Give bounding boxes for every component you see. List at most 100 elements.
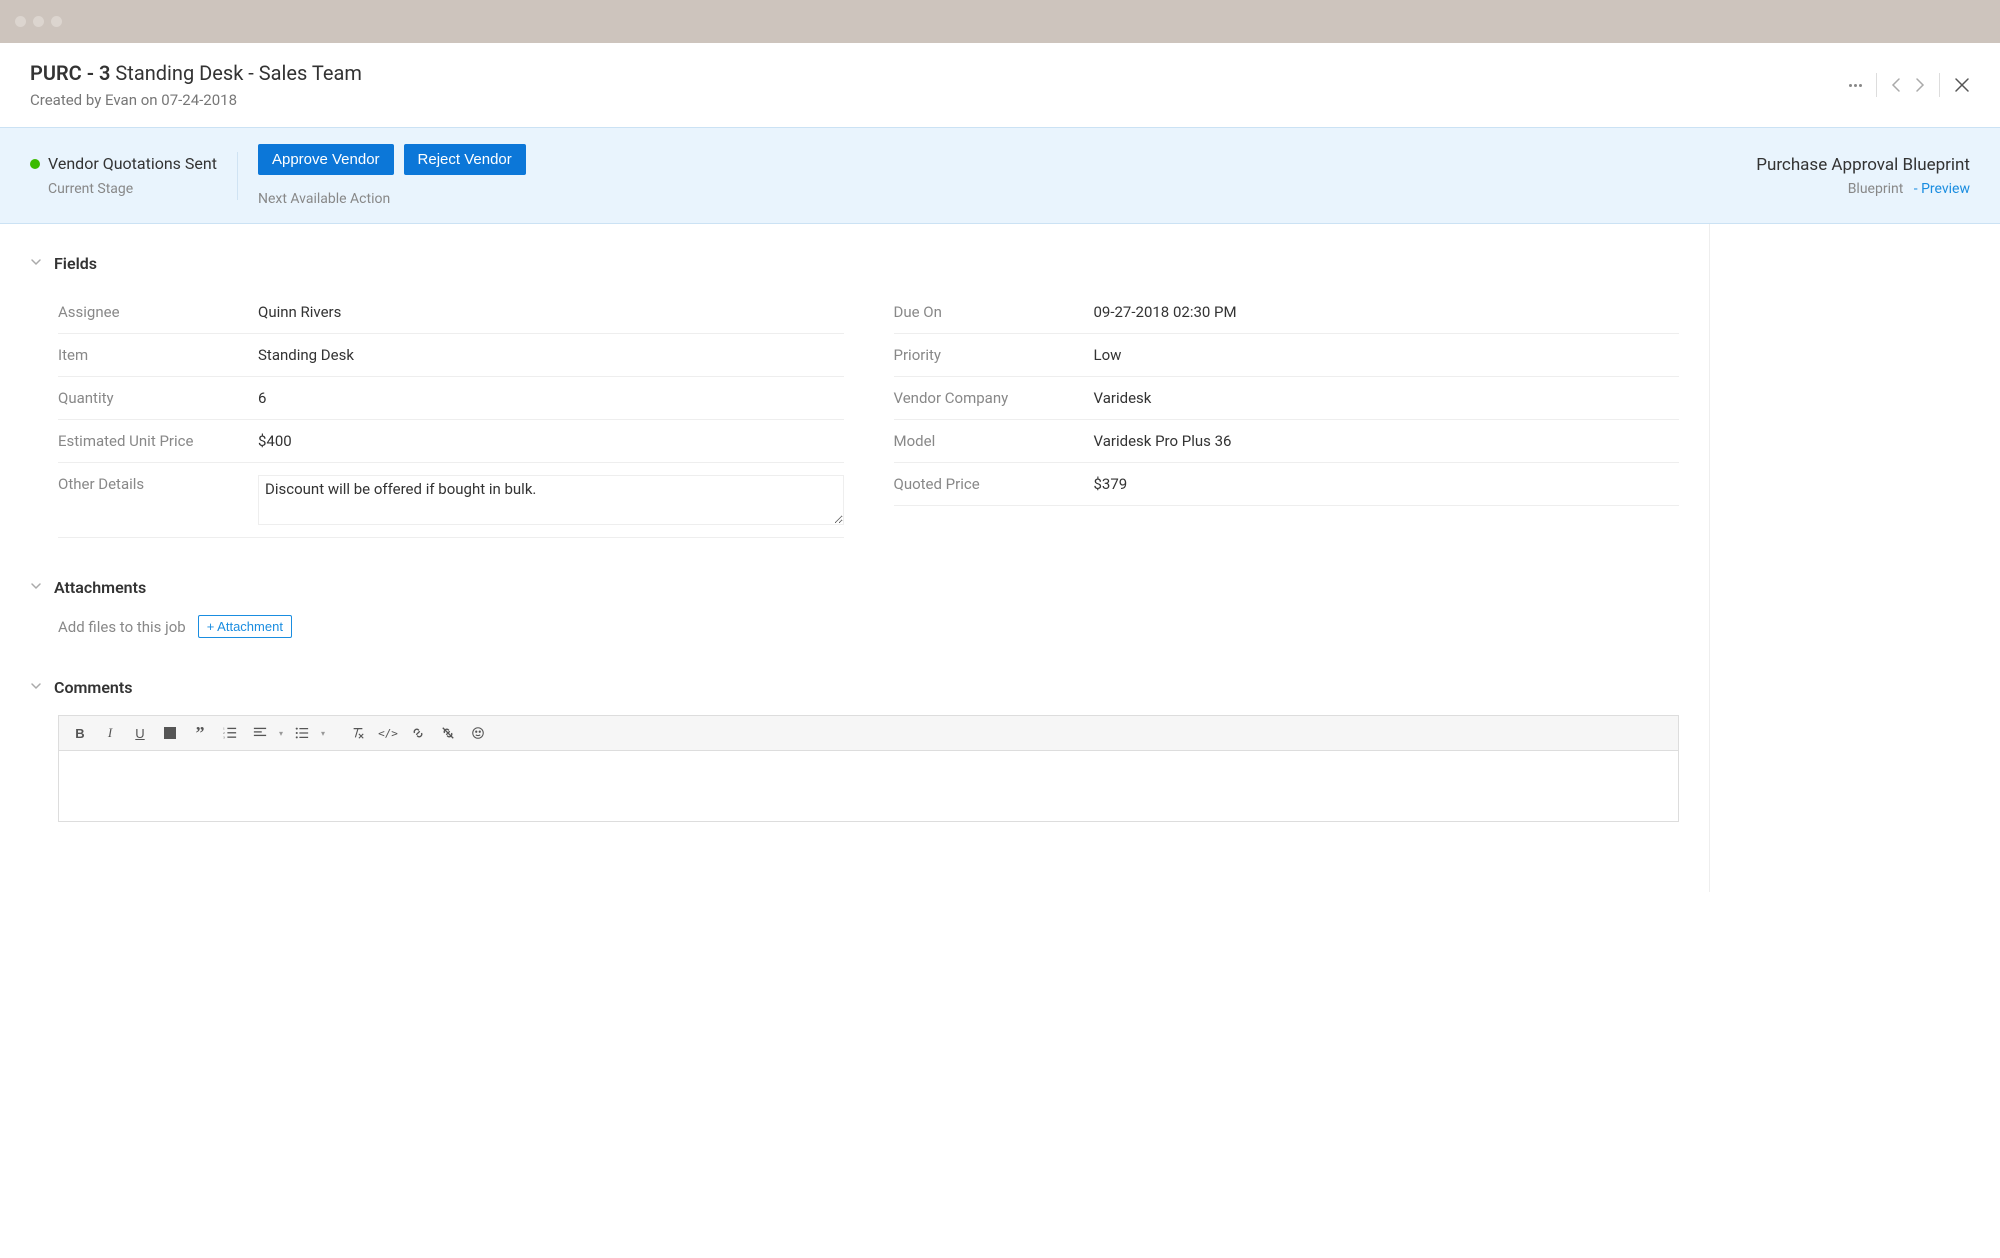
prev-record-icon[interactable] (1891, 77, 1901, 93)
field-label: Item (58, 346, 258, 364)
record-subject: Standing Desk - Sales Team (115, 61, 361, 85)
header-left: PURC - 3 Standing Desk - Sales Team Crea… (30, 61, 362, 109)
link-icon[interactable] (405, 722, 431, 744)
current-stage-block: Vendor Quotations Sent Current Stage (30, 154, 217, 197)
attachments-section-header[interactable]: Attachments (30, 578, 1679, 597)
fields-right-column: Due On09-27-2018 02:30 PMPriorityLowVend… (894, 291, 1680, 538)
blueprint-preview-link[interactable]: - Preview (1914, 181, 1970, 197)
fields-left-column: AssigneeQuinn RiversItemStanding DeskQua… (58, 291, 844, 538)
align-dropdown-icon[interactable]: ▾ (277, 722, 285, 744)
field-value[interactable]: Low (1094, 346, 1680, 364)
field-value[interactable]: 6 (258, 389, 844, 407)
field-value[interactable]: Quinn Rivers (258, 303, 844, 321)
field-value[interactable]: 09-27-2018 02:30 PM (1094, 303, 1680, 321)
attachments-title: Attachments (54, 578, 146, 597)
underline-icon[interactable]: U (127, 722, 153, 744)
comments-section: Comments B I U ” 123 ▾ (30, 678, 1679, 822)
field-label: Other Details (58, 475, 258, 493)
color-fill-icon[interactable] (157, 722, 183, 744)
chevron-down-icon (30, 680, 42, 695)
bullet-list-icon[interactable] (289, 722, 315, 744)
current-stage-label: Current Stage (30, 181, 217, 197)
traffic-light-minimize[interactable] (33, 16, 44, 27)
stage-bar: Vendor Quotations Sent Current Stage App… (0, 127, 2000, 224)
record-id: PURC - 3 (30, 61, 110, 85)
code-icon[interactable]: </> (375, 722, 401, 744)
list-dropdown-icon[interactable]: ▾ (319, 722, 327, 744)
close-icon[interactable] (1954, 77, 1970, 93)
field-value[interactable]: Varidesk (1094, 389, 1680, 407)
stage-divider (237, 152, 238, 200)
chevron-down-icon (30, 580, 42, 595)
blueprint-title: Purchase Approval Blueprint (1756, 155, 1970, 175)
field-row: Quoted Price$379 (894, 463, 1680, 506)
fields-section: Fields AssigneeQuinn RiversItemStanding … (30, 254, 1679, 538)
field-row: Estimated Unit Price$400 (58, 420, 844, 463)
unlink-icon[interactable] (435, 722, 461, 744)
align-icon[interactable] (247, 722, 273, 744)
field-row: Due On09-27-2018 02:30 PM (894, 291, 1680, 334)
svg-text:3: 3 (223, 735, 225, 739)
field-row: Quantity6 (58, 377, 844, 420)
add-attachment-button[interactable]: + Attachment (198, 615, 292, 638)
field-row: ItemStanding Desk (58, 334, 844, 377)
current-stage-name: Vendor Quotations Sent (48, 154, 217, 173)
field-label: Due On (894, 303, 1094, 321)
next-record-icon[interactable] (1915, 77, 1925, 93)
attachments-section: Attachments Add files to this job + Atta… (30, 578, 1679, 638)
field-label: Priority (894, 346, 1094, 364)
emoji-icon[interactable] (465, 722, 491, 744)
clear-format-icon[interactable] (345, 722, 371, 744)
more-options-icon[interactable] (1849, 84, 1862, 87)
status-dot-icon (30, 159, 40, 169)
numbered-list-icon[interactable]: 123 (217, 722, 243, 744)
right-column (1710, 224, 2000, 892)
traffic-light-zoom[interactable] (51, 16, 62, 27)
field-value[interactable]: $400 (258, 432, 844, 450)
next-action-label: Next Available Action (258, 191, 526, 207)
fields-section-header[interactable]: Fields (30, 254, 1679, 273)
header-actions (1849, 73, 1970, 97)
blueprint-info: Purchase Approval Blueprint Blueprint - … (1756, 155, 1970, 197)
created-by-line: Created by Evan on 07-24-2018 (30, 91, 362, 109)
traffic-light-close[interactable] (15, 16, 26, 27)
field-value[interactable]: Discount will be offered if bought in bu… (258, 475, 844, 525)
blueprint-label: Blueprint (1848, 181, 1904, 197)
field-value[interactable]: Varidesk Pro Plus 36 (1094, 432, 1680, 450)
bold-icon[interactable]: B (67, 722, 93, 744)
main-content: Fields AssigneeQuinn RiversItemStanding … (0, 224, 2000, 892)
svg-text:1: 1 (223, 727, 225, 731)
field-label: Vendor Company (894, 389, 1094, 407)
separator (1939, 73, 1940, 97)
stage-left: Vendor Quotations Sent Current Stage App… (30, 144, 526, 207)
comment-textarea[interactable] (59, 751, 1678, 821)
field-label: Assignee (58, 303, 258, 321)
field-value[interactable]: Standing Desk (258, 346, 844, 364)
field-label: Estimated Unit Price (58, 432, 258, 450)
field-row: Vendor CompanyVaridesk (894, 377, 1680, 420)
fields-title: Fields (54, 254, 97, 273)
field-row: AssigneeQuinn Rivers (58, 291, 844, 334)
reject-vendor-button[interactable]: Reject Vendor (404, 144, 526, 175)
quote-icon[interactable]: ” (187, 722, 213, 744)
approve-vendor-button[interactable]: Approve Vendor (258, 144, 394, 175)
record-title: PURC - 3 Standing Desk - Sales Team (30, 61, 362, 85)
field-row: PriorityLow (894, 334, 1680, 377)
editor-toolbar: B I U ” 123 ▾ (59, 716, 1678, 751)
comment-editor: B I U ” 123 ▾ (58, 715, 1679, 822)
field-row: Other DetailsDiscount will be offered if… (58, 463, 844, 538)
field-value[interactable]: $379 (1094, 475, 1680, 493)
record-header: PURC - 3 Standing Desk - Sales Team Crea… (0, 43, 2000, 127)
fields-grid: AssigneeQuinn RiversItemStanding DeskQua… (30, 291, 1679, 538)
field-label: Model (894, 432, 1094, 450)
window-chrome (0, 0, 2000, 43)
separator (1876, 73, 1877, 97)
field-row: ModelVaridesk Pro Plus 36 (894, 420, 1680, 463)
comments-section-header[interactable]: Comments (30, 678, 1679, 697)
field-label: Quantity (58, 389, 258, 407)
italic-icon[interactable]: I (97, 722, 123, 744)
left-column: Fields AssigneeQuinn RiversItemStanding … (0, 224, 1710, 892)
field-label: Quoted Price (894, 475, 1094, 493)
next-action-block: Approve Vendor Reject Vendor Next Availa… (258, 144, 526, 207)
svg-text:2: 2 (223, 731, 225, 735)
